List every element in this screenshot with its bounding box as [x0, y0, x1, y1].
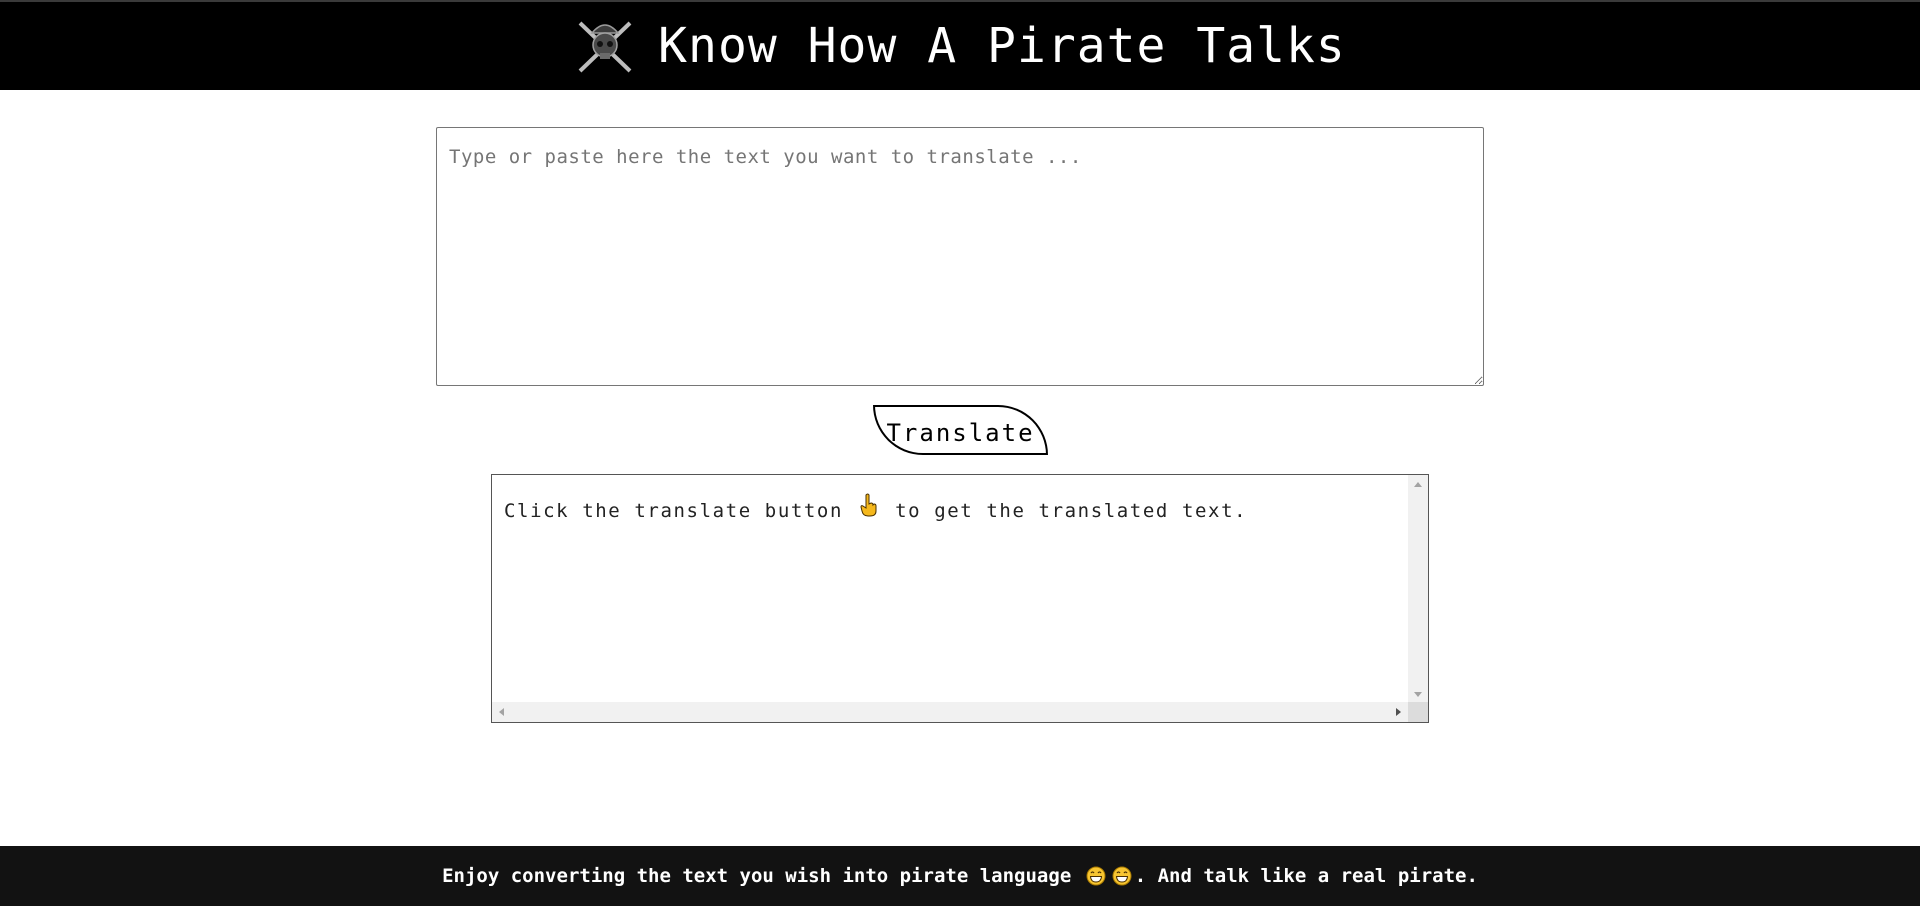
- header-bar: Know How A Pirate Talks: [0, 0, 1920, 90]
- grinning-face-icon: [1086, 866, 1106, 886]
- translate-button-label: Translate: [886, 419, 1035, 447]
- translated-output-box[interactable]: Click the translate button to get the tr…: [491, 474, 1429, 723]
- vertical-scrollbar[interactable]: [1408, 475, 1428, 704]
- scroll-down-arrow-icon[interactable]: [1414, 692, 1422, 697]
- scroll-right-arrow-icon[interactable]: [1396, 708, 1401, 716]
- output-text: Click the translate button to get the tr…: [504, 493, 1247, 522]
- footer-text-before: Enjoy converting the text you wish into …: [442, 865, 1072, 887]
- footer-bar: Enjoy converting the text you wish into …: [0, 846, 1920, 906]
- translate-button[interactable]: Translate: [873, 405, 1048, 455]
- footer-text-after: . And talk like a real pirate.: [1134, 865, 1478, 887]
- scroll-left-arrow-icon[interactable]: [499, 708, 504, 716]
- pointing-hand-icon: [860, 493, 877, 517]
- output-text-after: to get the translated text.: [895, 500, 1248, 522]
- scroll-up-arrow-icon[interactable]: [1414, 482, 1422, 487]
- source-text-input[interactable]: [436, 127, 1484, 386]
- horizontal-scrollbar[interactable]: [492, 702, 1408, 722]
- grinning-face-icon: [1112, 866, 1132, 886]
- scrollbar-corner: [1408, 702, 1428, 722]
- pirate-skull-logo-icon: [578, 21, 632, 73]
- page-title: Know How A Pirate Talks: [658, 18, 1346, 74]
- output-text-before: Click the translate button: [504, 500, 844, 522]
